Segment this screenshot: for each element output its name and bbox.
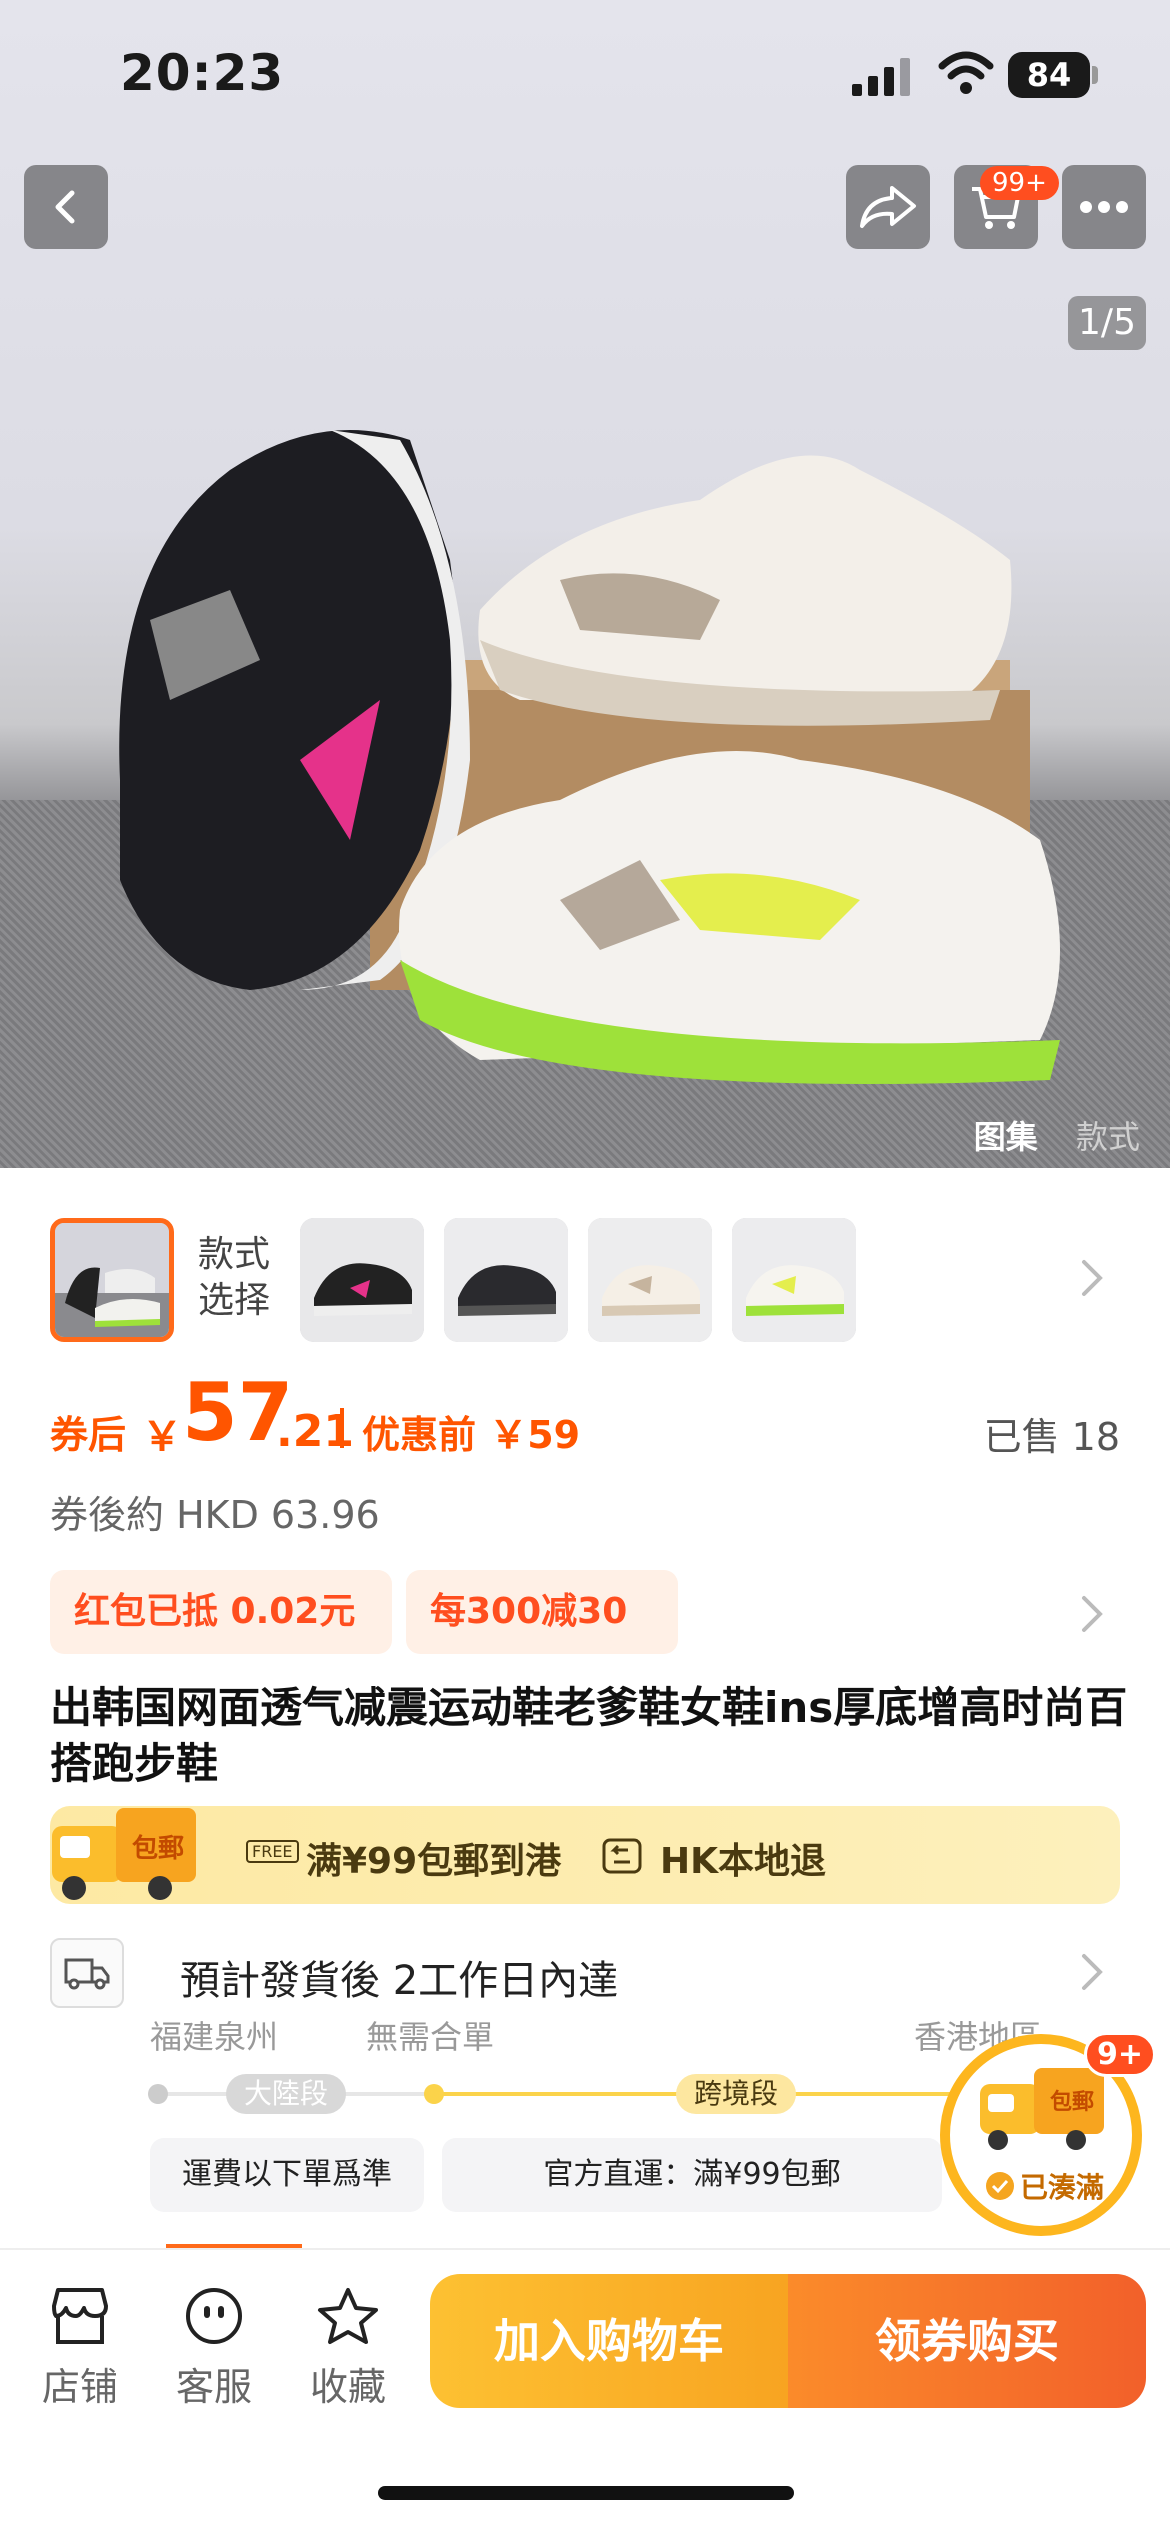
chevron-left-icon: [55, 190, 75, 224]
home-indicator[interactable]: [378, 2486, 794, 2500]
gallery-tabs: 图集 款式: [946, 1112, 1140, 1158]
price-divider: [340, 1408, 344, 1448]
chevron-right-icon[interactable]: [1080, 1594, 1104, 1634]
image-counter: 1/5: [1068, 296, 1146, 350]
hkd-price: 券後約 HKD 63.96: [50, 1493, 380, 1537]
more-button[interactable]: [1062, 165, 1146, 249]
local-return-text: HK本地退: [660, 1841, 827, 1882]
more-icon: [1080, 201, 1128, 213]
favorite-button[interactable]: 收藏: [288, 2286, 408, 2411]
wifi-icon: [938, 51, 994, 94]
segment-mainland: 大陸段: [226, 2074, 347, 2114]
cellular-signal-icon: [852, 58, 910, 96]
style-thumbnails: 款式 选择: [50, 1218, 1120, 1344]
mainland-shipping-note: 運費以下單爲準: [150, 2138, 424, 2212]
sold-count: 已售 18: [983, 1415, 1120, 1459]
buy-with-coupon-button[interactable]: 领券购买: [788, 2274, 1146, 2408]
tab-gallery[interactable]: 图集: [974, 1118, 1038, 1156]
red-packet-chip[interactable]: 红包已抵 0.02元: [50, 1570, 392, 1654]
store-icon: [52, 2288, 108, 2344]
chat-face-icon: [186, 2288, 242, 2344]
bubble-count-badge: 9+: [1084, 2032, 1157, 2077]
return-icon: [602, 1838, 642, 1874]
route-dot-crossborder: [424, 2084, 444, 2104]
shop-label: 店铺: [41, 2365, 118, 2409]
truck-free-shipping-tag: 包郵: [132, 1834, 185, 1864]
thumb-image: [588, 1218, 712, 1342]
style-thumb-black[interactable]: [444, 1218, 568, 1342]
route-dot-origin: [148, 2084, 168, 2104]
crossborder-shipping-note: 官方直運：滿¥99包郵: [442, 2138, 942, 2212]
back-button[interactable]: [24, 165, 108, 249]
thumb-image: [444, 1218, 568, 1342]
share-button[interactable]: [846, 165, 930, 249]
price-currency: ￥: [142, 1414, 182, 1460]
thumb-image: [55, 1223, 169, 1337]
customer-service-button[interactable]: 客服: [154, 2286, 274, 2411]
thumb-image: [732, 1218, 856, 1342]
bubble-tag: 包郵: [1050, 2090, 1095, 2115]
check-circle-icon: [986, 2172, 1014, 2200]
status-time: 20:23: [120, 44, 285, 102]
star-icon: [318, 2288, 378, 2344]
add-to-cart-button[interactable]: 加入购物车: [430, 2274, 788, 2408]
style-picker-label[interactable]: 款式 选择: [198, 1232, 270, 1324]
delivery-estimate[interactable]: 預計發貨後 2工作日內達: [50, 1934, 1120, 2014]
style-thumb-beige[interactable]: [588, 1218, 712, 1342]
style-label-line1: 款式: [198, 1234, 271, 1275]
tab-styles[interactable]: 款式: [1076, 1118, 1140, 1156]
discount-chip[interactable]: 每300减30: [406, 1570, 678, 1654]
delivery-estimate-text: 預計發貨後 2工作日內達: [180, 1958, 619, 2004]
shop-button[interactable]: 店铺: [20, 2286, 140, 2411]
free-tag-icon: FREE: [246, 1840, 299, 1863]
consolidation-note: 無需合單: [366, 2018, 495, 2056]
original-price: 优惠前 ￥59: [362, 1413, 581, 1457]
style-thumb-lime[interactable]: [732, 1218, 856, 1342]
promo-chips[interactable]: 红包已抵 0.02元 每300减30: [50, 1570, 1120, 1654]
delivery-truck-outline-icon: [50, 1938, 124, 2008]
product-image[interactable]: 99+ 1/5 图集 款式: [0, 0, 1170, 1168]
style-thumb-selected[interactable]: [50, 1218, 174, 1342]
bubble-status: 已湊滿: [1020, 2171, 1105, 2204]
thumb-image: [300, 1218, 424, 1342]
coupon-price-label: 券后: [50, 1413, 127, 1457]
price-row: 券后 ￥ 57 .21 优惠前 ￥59 已售 18: [50, 1368, 1120, 1461]
chevron-right-icon[interactable]: [1080, 1952, 1104, 1992]
battery-level: 84: [1008, 52, 1090, 98]
service-label: 客服: [175, 2365, 252, 2409]
product-page: 99+ 1/5 图集 款式 20:23 84 款式 选择 券后 ￥ 57 .21…: [0, 0, 1170, 2532]
style-thumb-black-pink[interactable]: [300, 1218, 424, 1342]
product-title: 出韩国网面透气减震运动鞋老爹鞋女鞋ins厚底增高时尚百搭跑步鞋: [50, 1683, 1128, 1788]
share-icon: [860, 186, 916, 228]
battery-tip: [1092, 66, 1098, 84]
shipping-banner[interactable]: 包郵 FREE 满¥99包郵到港 HK本地退: [50, 1806, 1120, 1904]
chevron-right-icon[interactable]: [1080, 1258, 1104, 1298]
status-bar: 20:23 84: [0, 0, 1170, 150]
style-label-line2: 选择: [198, 1280, 271, 1321]
segment-crossborder: 跨境段: [676, 2074, 797, 2114]
free-shipping-text: 满¥99包郵到港: [306, 1841, 562, 1882]
favorite-label: 收藏: [309, 2365, 386, 2409]
cart-badge: 99+: [980, 166, 1059, 200]
origin-location: 福建泉州: [150, 2018, 279, 2056]
